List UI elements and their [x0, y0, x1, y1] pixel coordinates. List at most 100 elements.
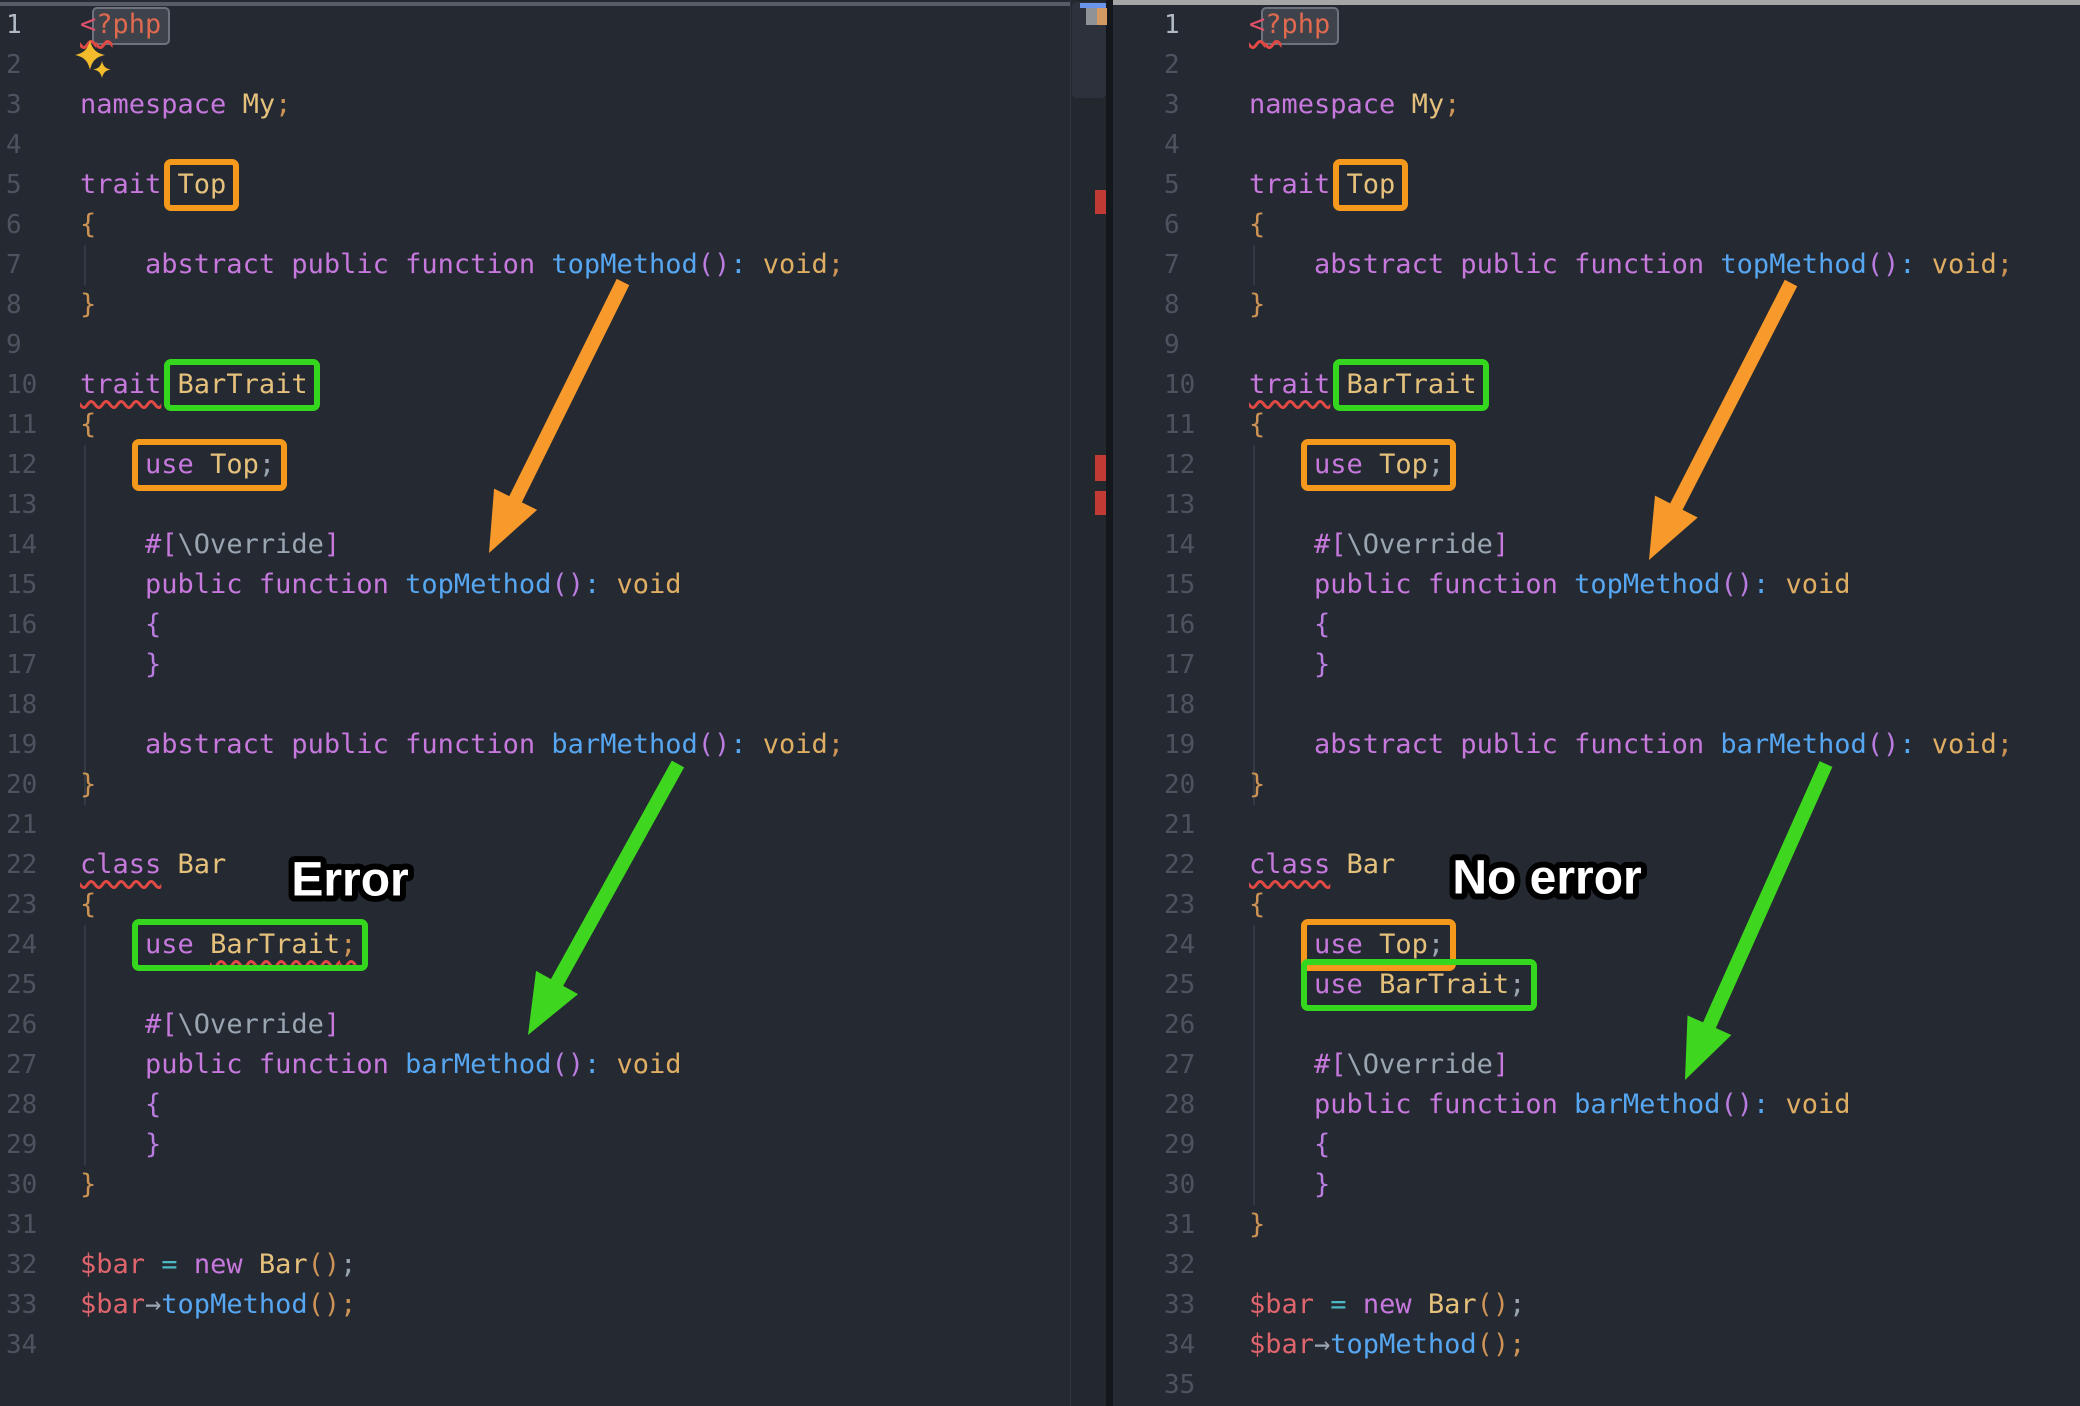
line-number[interactable]: 33 [1164, 1285, 1195, 1325]
line-number[interactable]: 17 [6, 645, 37, 685]
code-line[interactable]: class Bar [1249, 845, 1395, 885]
line-number[interactable]: 25 [1164, 965, 1195, 1005]
code-line[interactable]: abstract public function barMethod(): vo… [1249, 725, 2013, 765]
code-line[interactable]: $bar = new Bar(); [1249, 1285, 1525, 1325]
code-line[interactable]: #[\Override] [80, 525, 340, 565]
code-line[interactable]: public function barMethod(): void [80, 1045, 682, 1085]
line-number[interactable]: 7 [1164, 245, 1180, 285]
line-number[interactable]: 27 [6, 1045, 37, 1085]
code-line[interactable]: public function topMethod(): void [80, 565, 682, 605]
line-number[interactable]: 32 [1164, 1245, 1195, 1285]
line-number[interactable]: 22 [6, 845, 37, 885]
code-line[interactable]: <?php [80, 5, 161, 45]
line-number[interactable]: 24 [6, 925, 37, 965]
error-stripe-mark[interactable] [1095, 491, 1106, 515]
line-number[interactable]: 34 [6, 1325, 37, 1365]
line-number[interactable]: 16 [6, 605, 37, 645]
code-line[interactable]: } [1249, 765, 1265, 805]
line-number[interactable]: 24 [1164, 925, 1195, 965]
line-number[interactable]: 35 [1164, 1365, 1195, 1405]
line-number[interactable]: 1 [1164, 5, 1180, 45]
line-number[interactable]: 22 [1164, 845, 1195, 885]
line-number[interactable]: 12 [1164, 445, 1195, 485]
code-line[interactable]: #[\Override] [1249, 1045, 1509, 1085]
code-line[interactable]: #[\Override] [1249, 525, 1509, 565]
line-number[interactable]: 6 [6, 205, 22, 245]
line-number[interactable]: 8 [1164, 285, 1180, 325]
line-number[interactable]: 32 [6, 1245, 37, 1285]
code-line[interactable]: { [80, 1085, 161, 1125]
line-number[interactable]: 16 [1164, 605, 1195, 645]
code-line[interactable]: } [80, 285, 96, 325]
line-number[interactable]: 19 [6, 725, 37, 765]
line-number[interactable]: 15 [6, 565, 37, 605]
line-number[interactable]: 17 [1164, 645, 1195, 685]
line-number[interactable]: 30 [1164, 1165, 1195, 1205]
line-number[interactable]: 21 [1164, 805, 1195, 845]
inspection-widget-tan-icon[interactable] [1097, 8, 1107, 25]
line-number[interactable]: 8 [6, 285, 22, 325]
code-line[interactable]: } [1249, 645, 1330, 685]
code-line[interactable]: public function barMethod(): void [1249, 1085, 1851, 1125]
left-editor-pane[interactable] [0, 0, 1070, 1406]
code-line[interactable]: class Bar [80, 845, 226, 885]
line-number[interactable]: 9 [1164, 325, 1180, 365]
code-line[interactable]: } [80, 1125, 161, 1165]
line-number[interactable]: 5 [6, 165, 22, 205]
code-line[interactable]: { [1249, 885, 1265, 925]
code-line[interactable]: namespace My; [1249, 85, 1460, 125]
line-number[interactable]: 30 [6, 1165, 37, 1205]
line-number[interactable]: 23 [6, 885, 37, 925]
pane-divider[interactable] [1106, 0, 1113, 1406]
line-number[interactable]: 13 [1164, 485, 1195, 525]
line-number[interactable]: 11 [6, 405, 37, 445]
line-number[interactable]: 13 [6, 485, 37, 525]
line-number[interactable]: 28 [6, 1085, 37, 1125]
line-number[interactable]: 28 [1164, 1085, 1195, 1125]
line-number[interactable]: 23 [1164, 885, 1195, 925]
line-number[interactable]: 4 [6, 125, 22, 165]
line-number[interactable]: 34 [1164, 1325, 1195, 1365]
code-line[interactable]: abstract public function topMethod(): vo… [1249, 245, 2013, 285]
code-line[interactable]: { [80, 205, 96, 245]
code-line[interactable]: } [1249, 285, 1265, 325]
line-number[interactable]: 3 [6, 85, 22, 125]
code-line[interactable]: abstract public function barMethod(): vo… [80, 725, 844, 765]
line-number[interactable]: 26 [6, 1005, 37, 1045]
line-number[interactable]: 6 [1164, 205, 1180, 245]
error-stripe-mark[interactable] [1095, 190, 1106, 214]
code-line[interactable]: { [1249, 205, 1265, 245]
line-number[interactable]: 1 [6, 5, 22, 45]
code-line[interactable]: } [80, 645, 161, 685]
line-number[interactable]: 4 [1164, 125, 1180, 165]
line-number[interactable]: 26 [1164, 1005, 1195, 1045]
line-number[interactable]: 29 [1164, 1125, 1195, 1165]
code-line[interactable]: { [80, 405, 96, 445]
line-number[interactable]: 11 [1164, 405, 1195, 445]
code-line[interactable]: $bar→topMethod(); [1249, 1325, 1525, 1365]
line-number[interactable]: 2 [1164, 45, 1180, 85]
code-line[interactable]: public function topMethod(): void [1249, 565, 1851, 605]
line-number[interactable]: 19 [1164, 725, 1195, 765]
code-line[interactable]: abstract public function topMethod(): vo… [80, 245, 844, 285]
code-line[interactable]: { [80, 885, 96, 925]
code-line[interactable]: { [1249, 605, 1330, 645]
line-number[interactable]: 2 [6, 45, 22, 85]
line-number[interactable]: 29 [6, 1125, 37, 1165]
code-line[interactable]: $bar = new Bar(); [80, 1245, 356, 1285]
line-number[interactable]: 5 [1164, 165, 1180, 205]
code-line[interactable]: } [1249, 1165, 1330, 1205]
code-line[interactable]: { [1249, 405, 1265, 445]
line-number[interactable]: 10 [1164, 365, 1195, 405]
line-number[interactable]: 25 [6, 965, 37, 1005]
inspection-widget-gray-icon[interactable] [1086, 8, 1097, 25]
line-number[interactable]: 9 [6, 325, 22, 365]
code-line[interactable]: $bar→topMethod(); [80, 1285, 356, 1325]
code-line[interactable]: { [1249, 1125, 1330, 1165]
line-number[interactable]: 20 [1164, 765, 1195, 805]
line-number[interactable]: 10 [6, 365, 37, 405]
code-line[interactable]: namespace My; [80, 85, 291, 125]
line-number[interactable]: 3 [1164, 85, 1180, 125]
line-number[interactable]: 21 [6, 805, 37, 845]
code-line[interactable]: } [80, 765, 96, 805]
